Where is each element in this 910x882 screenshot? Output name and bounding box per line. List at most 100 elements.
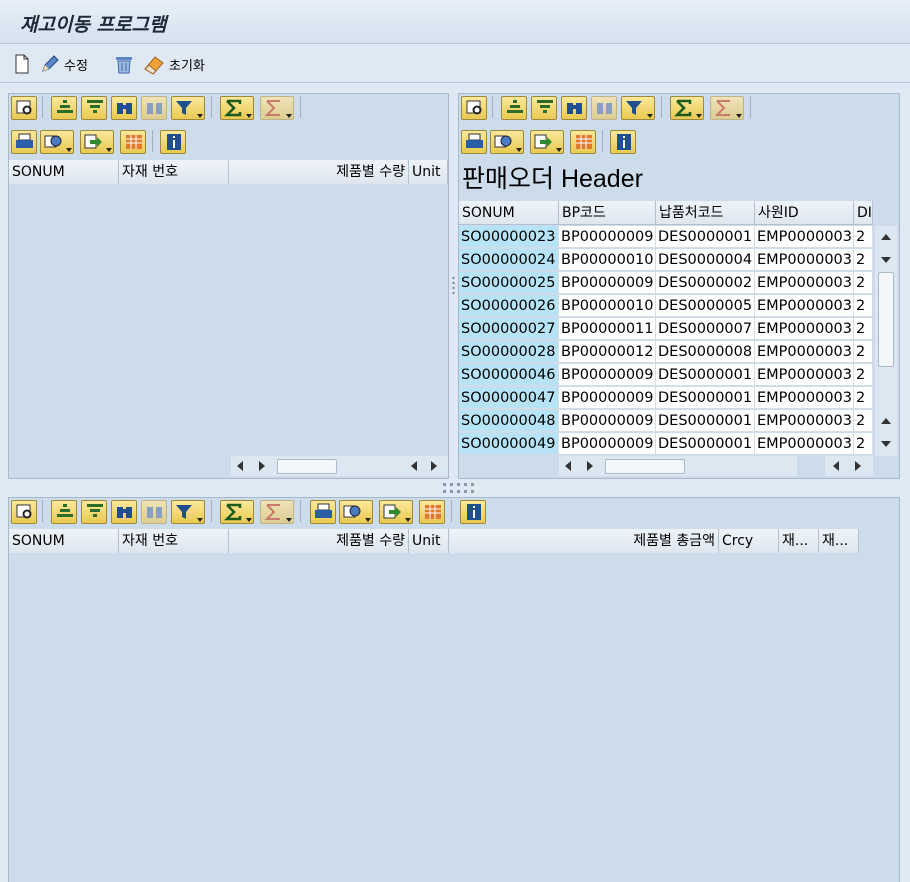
sum-button[interactable] bbox=[220, 500, 254, 524]
cell-bp-code[interactable]: BP00000012 bbox=[559, 341, 656, 363]
cell-bp-code[interactable]: BP00000009 bbox=[559, 226, 656, 248]
horizontal-splitter[interactable] bbox=[441, 481, 481, 495]
column-header-material[interactable]: 자재 번호 bbox=[119, 529, 229, 553]
export-button[interactable] bbox=[80, 130, 114, 154]
cell-di[interactable]: 2 bbox=[854, 387, 873, 409]
edit-button[interactable]: 수정 bbox=[40, 53, 88, 75]
cell-sonum[interactable]: SO00000047 bbox=[459, 387, 559, 409]
column-header-stock-2[interactable]: 재... bbox=[819, 529, 859, 553]
cell-bp-code[interactable]: BP00000009 bbox=[559, 433, 656, 455]
scroll-right-icon[interactable] bbox=[259, 461, 265, 471]
cell-employee-id[interactable]: EMP0000003 bbox=[755, 249, 854, 271]
cell-employee-id[interactable]: EMP0000003 bbox=[755, 272, 854, 294]
layout-button[interactable] bbox=[120, 130, 146, 154]
column-header-quantity[interactable]: 제품별 수량 bbox=[229, 160, 409, 184]
details-button[interactable] bbox=[11, 96, 37, 120]
cell-sonum[interactable]: SO00000048 bbox=[459, 410, 559, 432]
cell-di[interactable]: 2 bbox=[854, 318, 873, 340]
column-header-quantity[interactable]: 제품별 수량 bbox=[229, 529, 409, 553]
filter-button[interactable] bbox=[171, 96, 205, 120]
filter-button[interactable] bbox=[171, 500, 205, 524]
scroll-left-icon[interactable] bbox=[237, 461, 243, 471]
column-header-total-amount[interactable]: 제품별 총금액 bbox=[449, 529, 719, 553]
cell-sonum[interactable]: SO00000027 bbox=[459, 318, 559, 340]
column-header-stock-1[interactable]: 재... bbox=[779, 529, 819, 553]
scroll-right-icon[interactable] bbox=[855, 461, 861, 471]
export-button[interactable] bbox=[379, 500, 413, 524]
layout-button[interactable] bbox=[570, 130, 596, 154]
cell-delivery-code[interactable]: DES0000005 bbox=[656, 295, 755, 317]
cell-employee-id[interactable]: EMP0000003 bbox=[755, 226, 854, 248]
find-button[interactable] bbox=[561, 96, 587, 120]
cell-delivery-code[interactable]: DES0000004 bbox=[656, 249, 755, 271]
scroll-up-icon[interactable] bbox=[881, 234, 891, 240]
cell-di[interactable]: 2 bbox=[854, 226, 873, 248]
details-button[interactable] bbox=[461, 96, 487, 120]
cell-di[interactable]: 2 bbox=[854, 249, 873, 271]
cell-bp-code[interactable]: BP00000010 bbox=[559, 295, 656, 317]
sort-ascending-button[interactable] bbox=[51, 500, 77, 524]
cell-bp-code[interactable]: BP00000010 bbox=[559, 249, 656, 271]
cell-employee-id[interactable]: EMP0000003 bbox=[755, 433, 854, 455]
column-header-sonum[interactable]: SONUM bbox=[9, 529, 119, 553]
views-button[interactable] bbox=[40, 130, 74, 154]
cell-employee-id[interactable]: EMP0000003 bbox=[755, 318, 854, 340]
column-header-unit[interactable]: Unit bbox=[409, 529, 449, 553]
print-button[interactable] bbox=[11, 130, 37, 154]
views-button[interactable] bbox=[339, 500, 373, 524]
subtotal-button[interactable] bbox=[260, 96, 294, 120]
cell-employee-id[interactable]: EMP0000003 bbox=[755, 364, 854, 386]
cell-delivery-code[interactable]: DES0000007 bbox=[656, 318, 755, 340]
cell-employee-id[interactable]: EMP0000003 bbox=[755, 410, 854, 432]
sum-button[interactable] bbox=[670, 96, 704, 120]
cell-bp-code[interactable]: BP00000009 bbox=[559, 272, 656, 294]
find-next-button[interactable] bbox=[591, 96, 617, 120]
cell-employee-id[interactable]: EMP0000003 bbox=[755, 341, 854, 363]
column-header-bp-code[interactable]: BP코드 bbox=[559, 201, 656, 224]
sort-ascending-button[interactable] bbox=[51, 96, 77, 120]
left-grid-scrollbar-2[interactable] bbox=[403, 456, 448, 476]
cell-di[interactable]: 2 bbox=[854, 410, 873, 432]
cell-di[interactable]: 2 bbox=[854, 272, 873, 294]
new-document-button[interactable] bbox=[14, 53, 30, 75]
column-header-delivery-code[interactable]: 납품처코드 bbox=[656, 201, 755, 224]
layout-button[interactable] bbox=[419, 500, 445, 524]
subtotal-button[interactable] bbox=[710, 96, 744, 120]
left-grid-scrollbar-1[interactable] bbox=[231, 456, 403, 476]
subtotal-button[interactable] bbox=[260, 500, 294, 524]
cell-employee-id[interactable]: EMP0000003 bbox=[755, 387, 854, 409]
info-button[interactable] bbox=[610, 130, 636, 154]
vertical-scroll-thumb[interactable] bbox=[878, 272, 894, 367]
right-grid-scrollbar-2[interactable] bbox=[825, 456, 873, 476]
export-button[interactable] bbox=[530, 130, 564, 154]
info-button[interactable] bbox=[460, 500, 486, 524]
cell-sonum[interactable]: SO00000026 bbox=[459, 295, 559, 317]
scroll-thumb[interactable] bbox=[605, 459, 685, 474]
find-next-button[interactable] bbox=[141, 500, 167, 524]
cell-sonum[interactable]: SO00000025 bbox=[459, 272, 559, 294]
column-header-employee-id[interactable]: 사원ID bbox=[755, 201, 854, 224]
right-grid-scrollbar-1[interactable] bbox=[559, 456, 797, 476]
cell-di[interactable]: 2 bbox=[854, 295, 873, 317]
cell-di[interactable]: 2 bbox=[854, 364, 873, 386]
delete-button[interactable] bbox=[113, 53, 135, 75]
print-button[interactable] bbox=[310, 500, 336, 524]
scroll-down-icon[interactable] bbox=[881, 441, 891, 447]
cell-sonum[interactable]: SO00000028 bbox=[459, 341, 559, 363]
column-header-currency[interactable]: Crcy bbox=[719, 529, 779, 553]
column-header-material[interactable]: 자재 번호 bbox=[119, 160, 229, 184]
find-button[interactable] bbox=[111, 500, 137, 524]
cell-di[interactable]: 2 bbox=[854, 341, 873, 363]
column-header-sonum[interactable]: SONUM bbox=[9, 160, 119, 184]
cell-delivery-code[interactable]: DES0000008 bbox=[656, 341, 755, 363]
column-header-unit[interactable]: Unit bbox=[409, 160, 448, 184]
filter-button[interactable] bbox=[621, 96, 655, 120]
scroll-left-icon[interactable] bbox=[565, 461, 571, 471]
cell-bp-code[interactable]: BP00000009 bbox=[559, 410, 656, 432]
cell-delivery-code[interactable]: DES0000001 bbox=[656, 410, 755, 432]
cell-delivery-code[interactable]: DES0000001 bbox=[656, 364, 755, 386]
scroll-right-icon[interactable] bbox=[431, 461, 437, 471]
scroll-up-icon[interactable] bbox=[881, 418, 891, 424]
vertical-splitter[interactable] bbox=[451, 275, 456, 299]
views-button[interactable] bbox=[490, 130, 524, 154]
